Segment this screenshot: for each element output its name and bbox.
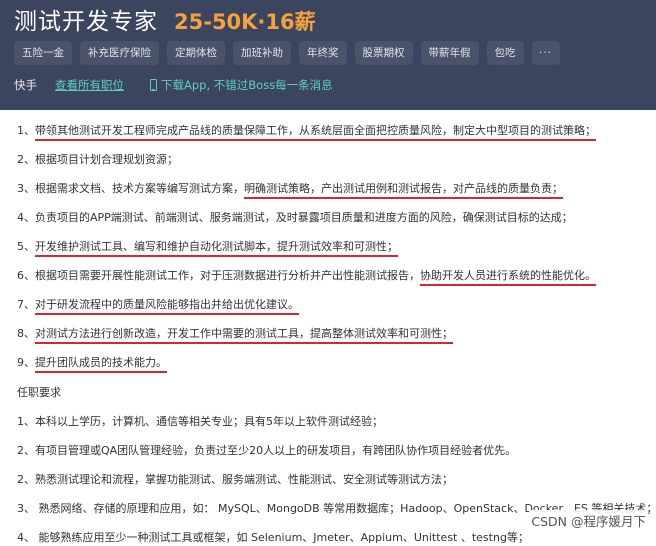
benefit-tag[interactable]: 加班补助 xyxy=(233,41,291,65)
job-header: 测试开发专家 25-50K·16薪 五险一金 补充医疗保险 定期体检 加班补助 … xyxy=(0,0,656,110)
phone-icon xyxy=(150,79,157,91)
salary: 25-50K·16薪 xyxy=(174,10,316,34)
job-title: 测试开发专家 xyxy=(14,9,158,35)
company-name: 快手 xyxy=(14,78,37,92)
header-actions: 快手 查看所有职位 下载App, 不错过Boss每一条消息 xyxy=(14,77,333,93)
requirement-item: 2、熟悉测试理论和流程，掌握功能测试、服务端测试、性能测试、安全测试等测试方法； xyxy=(17,473,453,486)
duty-item: 5、开发维护测试工具、编写和维护自动化测试脚本，提升测试效率和可测性； xyxy=(17,239,398,257)
duty-item: 2、根据项目计划合理规划资源； xyxy=(17,153,178,166)
download-app-link[interactable]: 下载App, 不错过Boss每一条消息 xyxy=(150,77,333,93)
duty-item: 8、对测试方法进行创新改造，开发工作中需要的测试工具，提高整体测试效率和可测性； xyxy=(17,326,453,344)
benefit-tag[interactable]: 定期体检 xyxy=(167,41,225,65)
more-tags-button[interactable]: ··· xyxy=(531,41,560,65)
duty-item: 7、对于研发流程中的质量风险能够指出并给出优化建议。 xyxy=(17,297,299,315)
download-app-label: 下载App, 不错过Boss每一条消息 xyxy=(161,78,333,92)
requirements-heading: 任职要求 xyxy=(17,386,61,399)
duty-item: 4、负责项目的APP端测试、前端测试、服务端测试，及时暴露项目质量和进度方面的风… xyxy=(17,211,573,224)
benefit-tag[interactable]: 带薪年假 xyxy=(420,41,479,65)
benefit-tag[interactable]: 五险一金 xyxy=(14,41,72,65)
requirement-item: 2、有项目管理或QA团队管理经验，负责过至少20人以上的研发项目，有跨团队协作项… xyxy=(17,444,517,457)
requirement-item: 1、本科以上学历，计算机、通信等相关专业；具有5年以上软件测试经验； xyxy=(17,415,383,428)
title-row: 测试开发专家 25-50K·16薪 xyxy=(14,2,316,36)
requirement-item: 4、 能够熟练应用至少一种测试工具或框架，如 Selenium、Jmeter、A… xyxy=(17,531,529,544)
benefit-tag[interactable]: 股票期权 xyxy=(354,41,413,65)
view-all-jobs-link[interactable]: 查看所有职位 xyxy=(55,77,124,93)
benefit-tags: 五险一金 补充医疗保险 定期体检 加班补助 年终奖 股票期权 带薪年假 包吃 ·… xyxy=(14,41,560,65)
benefit-tag[interactable]: 补充医疗保险 xyxy=(80,41,159,65)
duty-item: 9、提升团队成员的技术能力。 xyxy=(17,355,167,373)
duty-item: 6、根据项目需要开展性能测试工作，对于压测数据进行分析并产出性能测试报告，协助开… xyxy=(17,268,596,286)
benefit-tag[interactable]: 包吃 xyxy=(486,41,524,65)
duty-item: 3、根据需求文档、技术方案等编写测试方案，明确测试策略，产出测试用例和测试报告，… xyxy=(17,181,563,199)
duty-item: 1、带领其他测试开发工程师完成产品线的质量保障工作，从系统层面全面把控质量风险，… xyxy=(17,123,596,141)
benefit-tag[interactable]: 年终奖 xyxy=(299,41,347,65)
csdn-watermark: CSDN @程序媛月下 xyxy=(529,510,648,531)
